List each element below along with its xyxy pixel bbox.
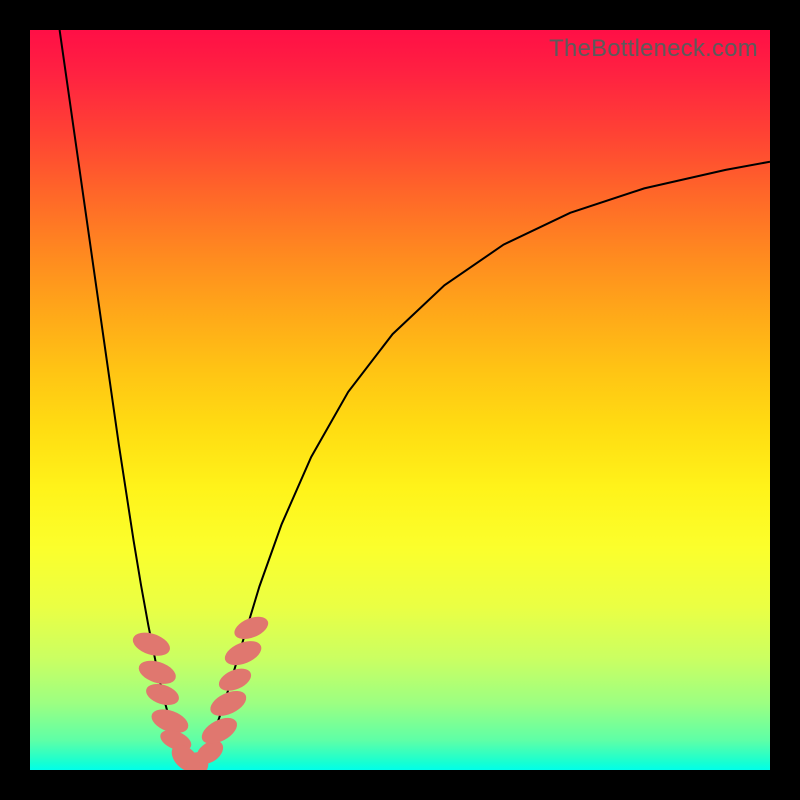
plot-area: TheBottleneck.com bbox=[30, 30, 770, 770]
curve-right-branch bbox=[193, 162, 770, 768]
chart-svg bbox=[30, 30, 770, 770]
bead-marker bbox=[136, 656, 179, 688]
bead-cluster bbox=[130, 612, 271, 770]
bead-marker bbox=[231, 612, 271, 643]
bead-marker bbox=[130, 628, 173, 660]
attribution-watermark: TheBottleneck.com bbox=[549, 35, 758, 63]
outer-frame: TheBottleneck.com bbox=[0, 0, 800, 800]
curve-left-branch bbox=[60, 30, 193, 768]
bead-marker bbox=[143, 680, 181, 709]
